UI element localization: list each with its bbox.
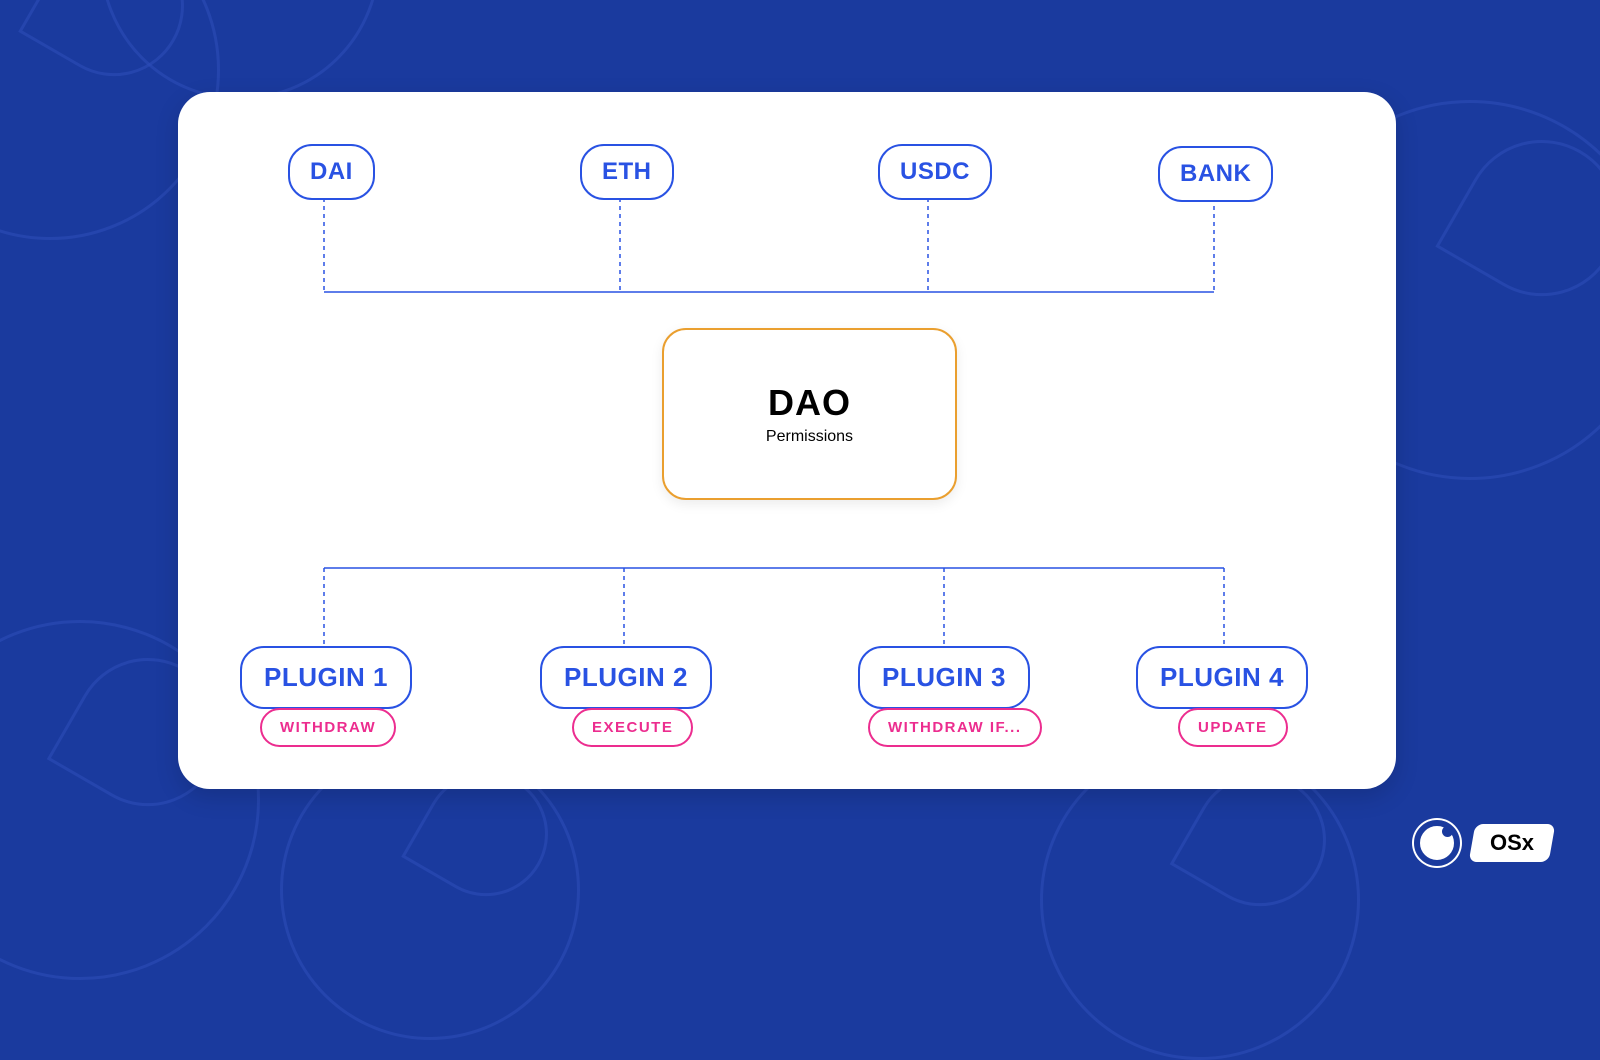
brand-icon (1412, 818, 1462, 868)
action-label: EXECUTE (592, 719, 673, 736)
asset-label: DAI (310, 158, 353, 186)
plugin-label: PLUGIN 4 (1160, 662, 1284, 693)
action-pill-execute: EXECUTE (572, 708, 693, 747)
plugin-label: PLUGIN 1 (264, 662, 388, 693)
brand-badge: OSx (1469, 824, 1556, 862)
asset-label: BANK (1180, 160, 1251, 188)
dao-box: DAO Permissions (662, 328, 957, 500)
plugin-pill-1: PLUGIN 1 (240, 646, 412, 709)
asset-pill-usdc: USDC (878, 144, 992, 200)
action-label: WITHDRAW IF... (888, 719, 1022, 736)
diagram-card: DAI ETH USDC BANK DAO Permissions PLUGIN… (178, 92, 1396, 789)
action-label: UPDATE (1198, 719, 1268, 736)
asset-pill-dai: DAI (288, 144, 375, 200)
action-label: WITHDRAW (280, 719, 376, 736)
plugin-pill-2: PLUGIN 2 (540, 646, 712, 709)
plugin-label: PLUGIN 3 (882, 662, 1006, 693)
brand-logo: OSx (1412, 818, 1552, 868)
brand-name: OSx (1490, 830, 1534, 856)
asset-pill-bank: BANK (1158, 146, 1273, 202)
asset-label: ETH (602, 158, 652, 186)
plugin-pill-3: PLUGIN 3 (858, 646, 1030, 709)
plugin-label: PLUGIN 2 (564, 662, 688, 693)
asset-pill-eth: ETH (580, 144, 674, 200)
action-pill-withdraw-if: WITHDRAW IF... (868, 708, 1042, 747)
asset-label: USDC (900, 158, 970, 186)
dao-title: DAO (768, 382, 851, 424)
action-pill-update: UPDATE (1178, 708, 1288, 747)
plugin-pill-4: PLUGIN 4 (1136, 646, 1308, 709)
action-pill-withdraw: WITHDRAW (260, 708, 396, 747)
dao-subtitle: Permissions (766, 428, 853, 446)
